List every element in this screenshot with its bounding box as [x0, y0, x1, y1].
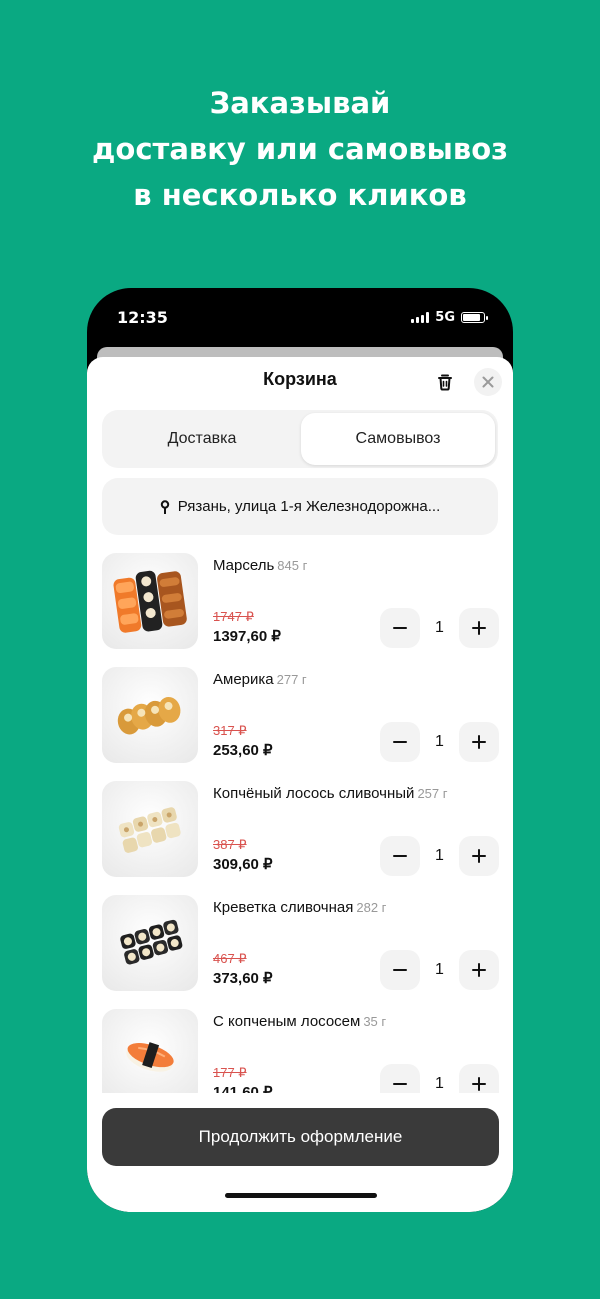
promo-line-2: доставку или самовывоз: [91, 132, 508, 166]
product-image[interactable]: [102, 553, 198, 649]
product-image[interactable]: [102, 667, 198, 763]
decrease-quantity-button[interactable]: [380, 836, 420, 876]
product-title: Копчёный лосось сливочный 257 г: [213, 785, 447, 802]
promo-line-1: Заказывай: [209, 86, 391, 120]
old-price: 467 ₽: [213, 951, 247, 966]
product-weight: 257 г: [417, 786, 448, 801]
decrease-quantity-button[interactable]: [380, 608, 420, 648]
decrease-quantity-button[interactable]: [380, 722, 420, 762]
continue-checkout-button[interactable]: Продолжить оформление: [102, 1108, 499, 1166]
quantity-value: 1: [435, 961, 444, 978]
promo-line-3: в несколько кликов: [133, 178, 467, 212]
status-time: 12:35: [117, 308, 168, 327]
increase-quantity-button[interactable]: [459, 1064, 499, 1093]
quantity-value: 1: [435, 1075, 444, 1092]
increase-quantity-button[interactable]: [459, 608, 499, 648]
delivery-mode-switch: Доставка Самовывоз: [102, 410, 498, 468]
product-weight: 845 г: [277, 558, 308, 573]
cart-items-list[interactable]: Марсель 845 г 1747 ₽ 1397,60 ₽ 1 Америка…: [87, 553, 513, 1093]
quantity-value: 1: [435, 733, 444, 750]
quantity-value: 1: [435, 847, 444, 864]
cart-item: Марсель 845 г 1747 ₽ 1397,60 ₽ 1: [102, 553, 499, 653]
location-pin-icon: [160, 499, 169, 514]
battery-icon: [461, 312, 488, 323]
product-name: Креветка сливочная: [213, 899, 354, 916]
network-type: 5G: [435, 310, 455, 325]
decrease-quantity-button[interactable]: [380, 950, 420, 990]
product-title: Америка 277 г: [213, 671, 307, 688]
plus-icon: [472, 1077, 486, 1091]
minus-icon: [393, 969, 407, 971]
trash-icon: [438, 374, 452, 391]
price: 1397,60 ₽: [213, 628, 281, 645]
cart-sheet: Корзина Доставка Самовывоз Рязань, улица…: [87, 357, 513, 1212]
price: 373,60 ₽: [213, 970, 273, 987]
cart-item: Америка 277 г 317 ₽ 253,60 ₽ 1: [102, 667, 499, 767]
product-weight: 35 г: [363, 1014, 387, 1029]
product-title: Креветка сливочная 282 г: [213, 899, 386, 916]
plus-icon: [472, 621, 486, 635]
product-image[interactable]: [102, 781, 198, 877]
home-indicator[interactable]: [225, 1193, 377, 1198]
increase-quantity-button[interactable]: [459, 722, 499, 762]
signal-icon: [411, 312, 430, 323]
old-price: 1747 ₽: [213, 609, 254, 624]
clear-cart-button[interactable]: [432, 369, 458, 395]
increase-quantity-button[interactable]: [459, 836, 499, 876]
product-title: Марсель 845 г: [213, 557, 307, 574]
increase-quantity-button[interactable]: [459, 950, 499, 990]
status-indicators: 5G: [411, 310, 488, 325]
price: 253,60 ₽: [213, 742, 273, 759]
plus-icon: [472, 735, 486, 749]
plus-icon: [472, 849, 486, 863]
address-text: Рязань, улица 1-я Железнодорожна...: [177, 498, 441, 515]
cart-item: Креветка сливочная 282 г 467 ₽ 373,60 ₽ 1: [102, 895, 499, 995]
minus-icon: [393, 627, 407, 629]
status-bar: 12:35 5G: [87, 288, 513, 348]
checkout-bar: Продолжить оформление: [87, 1093, 513, 1212]
price: 141,60 ₽: [213, 1084, 273, 1093]
product-name: Марсель: [213, 557, 275, 574]
product-name: Копчёный лосось сливочный: [213, 785, 415, 802]
plus-icon: [472, 963, 486, 977]
promo-headline: Заказывай доставку или самовывоз в неско…: [0, 80, 600, 218]
decrease-quantity-button[interactable]: [380, 1064, 420, 1093]
product-image[interactable]: [102, 895, 198, 991]
quantity-value: 1: [435, 619, 444, 636]
tab-pickup[interactable]: Самовывоз: [301, 413, 495, 465]
cart-item: С копченым лососем 35 г 177 ₽ 141,60 ₽ 1: [102, 1009, 499, 1093]
old-price: 387 ₽: [213, 837, 247, 852]
product-weight: 282 г: [356, 900, 387, 915]
product-name: Америка: [213, 671, 274, 688]
minus-icon: [393, 741, 407, 743]
product-image[interactable]: [102, 1009, 198, 1093]
product-title: С копченым лососем 35 г: [213, 1013, 386, 1030]
close-icon: [482, 376, 494, 388]
minus-icon: [393, 1083, 407, 1085]
old-price: 317 ₽: [213, 723, 247, 738]
cart-item: Копчёный лосось сливочный 257 г 387 ₽ 309…: [102, 781, 499, 881]
price: 309,60 ₽: [213, 856, 273, 873]
minus-icon: [393, 855, 407, 857]
product-weight: 277 г: [276, 672, 307, 687]
product-name: С копченым лососем: [213, 1013, 361, 1030]
phone-frame: 12:35 5G Корзина Доставка Самовывоз Ряза…: [87, 288, 513, 1212]
old-price: 177 ₽: [213, 1065, 247, 1080]
tab-delivery[interactable]: Доставка: [105, 413, 299, 465]
address-selector[interactable]: Рязань, улица 1-я Железнодорожна...: [102, 478, 498, 535]
close-button[interactable]: [474, 368, 502, 396]
cart-header: Корзина: [87, 357, 513, 403]
